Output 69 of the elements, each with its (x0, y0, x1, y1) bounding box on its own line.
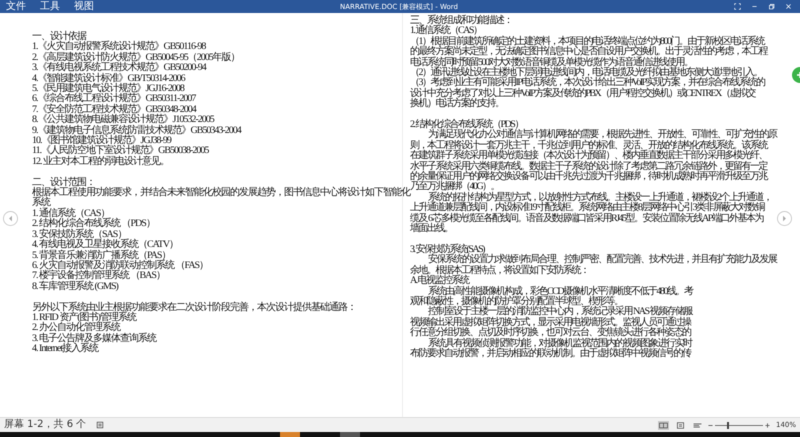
minimize-icon[interactable] (751, 3, 758, 10)
text-line: 水平子系统采用六类铜缆布线。数据主干子系统的设计除了考虑第二路冗余链路外，更留有一定 (410, 162, 767, 172)
zoom-in-icon[interactable] (764, 422, 770, 428)
text-line: 安保系统的设置力求做到布局合理、控制严密、配置完善、技术先进，并且有扩充能力及发展 (428, 255, 776, 266)
text-line: 11.《人民防空地下室设计规范》GB50038-2005 (32, 146, 208, 156)
menu-item[interactable]: 视图 (74, 0, 94, 12)
menu-item[interactable]: 工具 (40, 0, 60, 12)
close-icon[interactable] (785, 3, 792, 10)
text-line: 1. 通信系统（CAS） (32, 208, 110, 219)
text-line: （3）考虑到业主有可能采用IP电话系统，本次设计给出三种VoIP实现方案，并在综合布线系统的 (410, 78, 765, 88)
text-line: 则，本工程将设计一套万兆主干，千兆位到用户的标准、灵活、开放的结构化布线系统。该系统 (410, 140, 767, 151)
text-line: 行任意分组切换、点切及时序切换，也可对云台、变焦镜头进行各种姿态的 (410, 328, 690, 338)
restore-icon[interactable] (768, 3, 775, 10)
text-line: 缆及 6 芯多模光缆至各配线间。语音及数据端口皆采用RJ45型。安装位置除无线AP端口外基本为 (410, 214, 763, 224)
text-line: 5. 背景音乐兼消防广播系统（PAS） (32, 250, 170, 261)
text-line: 3. 安保技防系统(SAS) (410, 244, 484, 255)
text-line: 的最终方案尚未定型，无法确定图书信息中心是否自设用户交换机。出于灵活性的考虑，本工程 (410, 47, 767, 58)
zoom-out-icon[interactable] (708, 422, 713, 428)
text-line: 布防要求自动报警，并启动相应的联动机制。由于虚拟矩阵中视频信号的传 (410, 348, 690, 360)
text-line: 4. Internet接入系统 (32, 344, 98, 355)
zoom-slider-thumb[interactable] (726, 422, 729, 428)
text-line: 换机）电话方案的支持。 (410, 99, 504, 110)
menu-item[interactable]: 文件 (6, 0, 26, 12)
fullscreen-icon[interactable] (734, 3, 741, 10)
text-line: 1. 通信系统（CAS） (410, 26, 482, 36)
document-icon[interactable] (96, 421, 104, 429)
text-line: 4. 有线电视及卫星接收系统（CATV） (32, 240, 178, 250)
text-line: 12. 业主对本工程的弱电设计意见。 (32, 156, 169, 168)
text-line: 3. 电子公告牌及多媒体查询系统 (32, 334, 156, 344)
text-line: 设计中充分考虑了对以上三种VoIP方案及传统的PBX（用户程控交换机）或CENTREX（虚拟交 (410, 88, 755, 99)
text-line: 9.《建筑物电子信息系统防雷技术规范》GB50343-2004 (32, 126, 241, 136)
page-info: 屏幕 1-2，共 6 个 (4, 419, 86, 431)
text-line: 2. 办公自动化管理系统 (32, 323, 120, 334)
text-line: 8. 车库管理系统 (GMS) (32, 282, 118, 292)
text-line: 电话系统同时预留500对大对数语音铜缆及单模光缆作为语音通信进线使用。 (410, 58, 692, 68)
text-line: 余地。根据本工程特点，将设置如下安防系统： (410, 266, 588, 276)
text-line: 2. 结构化综合布线系统 （PDS） (32, 219, 155, 230)
text-line: 上升通道兼层配线间，内设标准19寸配线柜。系统网络由主楼8层网络中心引3类非屏蔽大对数铜 (410, 203, 764, 214)
text-line: 控制室设于主楼一层的消防监控中心内，系统记录采用 NAS 视频存储服 (428, 307, 692, 318)
text-line: 1.《火灾自动报警系统设计规范》GB50116-98 (32, 42, 206, 52)
text-line: 4.《智能建筑设计标准》GB/T50314-2006 (32, 74, 185, 84)
text-line: 为满足现代化办公对通信与计算机网络的需要，根据先进性、开放性、可靠性、可扩充性的原 (428, 130, 776, 140)
text-line: 在建筑群子系统采用单模光缆连接（本次设计为预留）、楼内垂直数据主干部分采用多模光纤、 (410, 151, 767, 162)
read-mode-icon[interactable] (658, 420, 669, 430)
text-line: 系统 (32, 198, 50, 208)
text-line: 系统的拓扑结构为星型方式，以放射性方式布线。主楼设一上升通道，裙楼设2个上升通道， (428, 192, 772, 203)
text-line: 二、设计范围： (32, 178, 95, 188)
text-line: 7. 楼宇设备控制管理系统 （BAS） (32, 271, 165, 282)
text-line: 系统具有视频侦测报警功能，对摄像机监视范围内的视频图象进行实时 (428, 338, 692, 349)
text-line: 3.《有线电视系统工程技术规范》GB50200-94 (32, 63, 206, 74)
text-line: 观和隐蔽性，摄像机的防护罩分别配置半球型、楔形等。 (410, 296, 622, 307)
text-line: 1. RFID 资产(图书)管理系统 (32, 312, 136, 323)
text-line: 一、设计依据 (32, 32, 86, 42)
text-line: 墙面出线。 (410, 224, 452, 235)
text-line: A. 电视监控系统 (410, 276, 469, 286)
text-line: 三、系统组成和功能描述： (410, 16, 512, 26)
text-line: （1）根据目前建筑所确定的土建资料，本项目的电话终端点位约为800门。由于新校区电话系统 (410, 36, 764, 47)
text-line: 3. 安保技防系统（SAS） (32, 230, 126, 240)
text-line: 系统由高性能摄像机构成，彩色CCD摄像机水平清晰度不低于480线。考 (428, 286, 693, 297)
text-line: 8.《公共建筑物电磁兼容设计规范》J10532-2005 (32, 115, 214, 126)
text-line: 乃至万兆捆绑（40G）。 (410, 182, 500, 192)
text-line: 视频输出采用虚拟矩阵切换方式，显示采用电视墙形式。监视人员可通过操 (410, 318, 690, 328)
text-line: 6.《综合布线工程设计规范》GB50311-2007 (32, 94, 196, 104)
text-line: 另外以下系统由业主根据功能要求在二次设计阶段完善，本次设计提供基础通路： (32, 302, 356, 313)
print-layout-icon[interactable] (674, 420, 686, 430)
text-line: 6. 火灾自动报警及消防联动控制系统 （FAS） (32, 260, 208, 271)
text-line: 7.《安全防范工程技术规范》GB50348-2004 (32, 104, 196, 115)
text-line: 2.《高层建筑设计防火规范》GB50045-95（2005年版） (32, 52, 240, 63)
web-layout-icon[interactable] (692, 420, 703, 430)
